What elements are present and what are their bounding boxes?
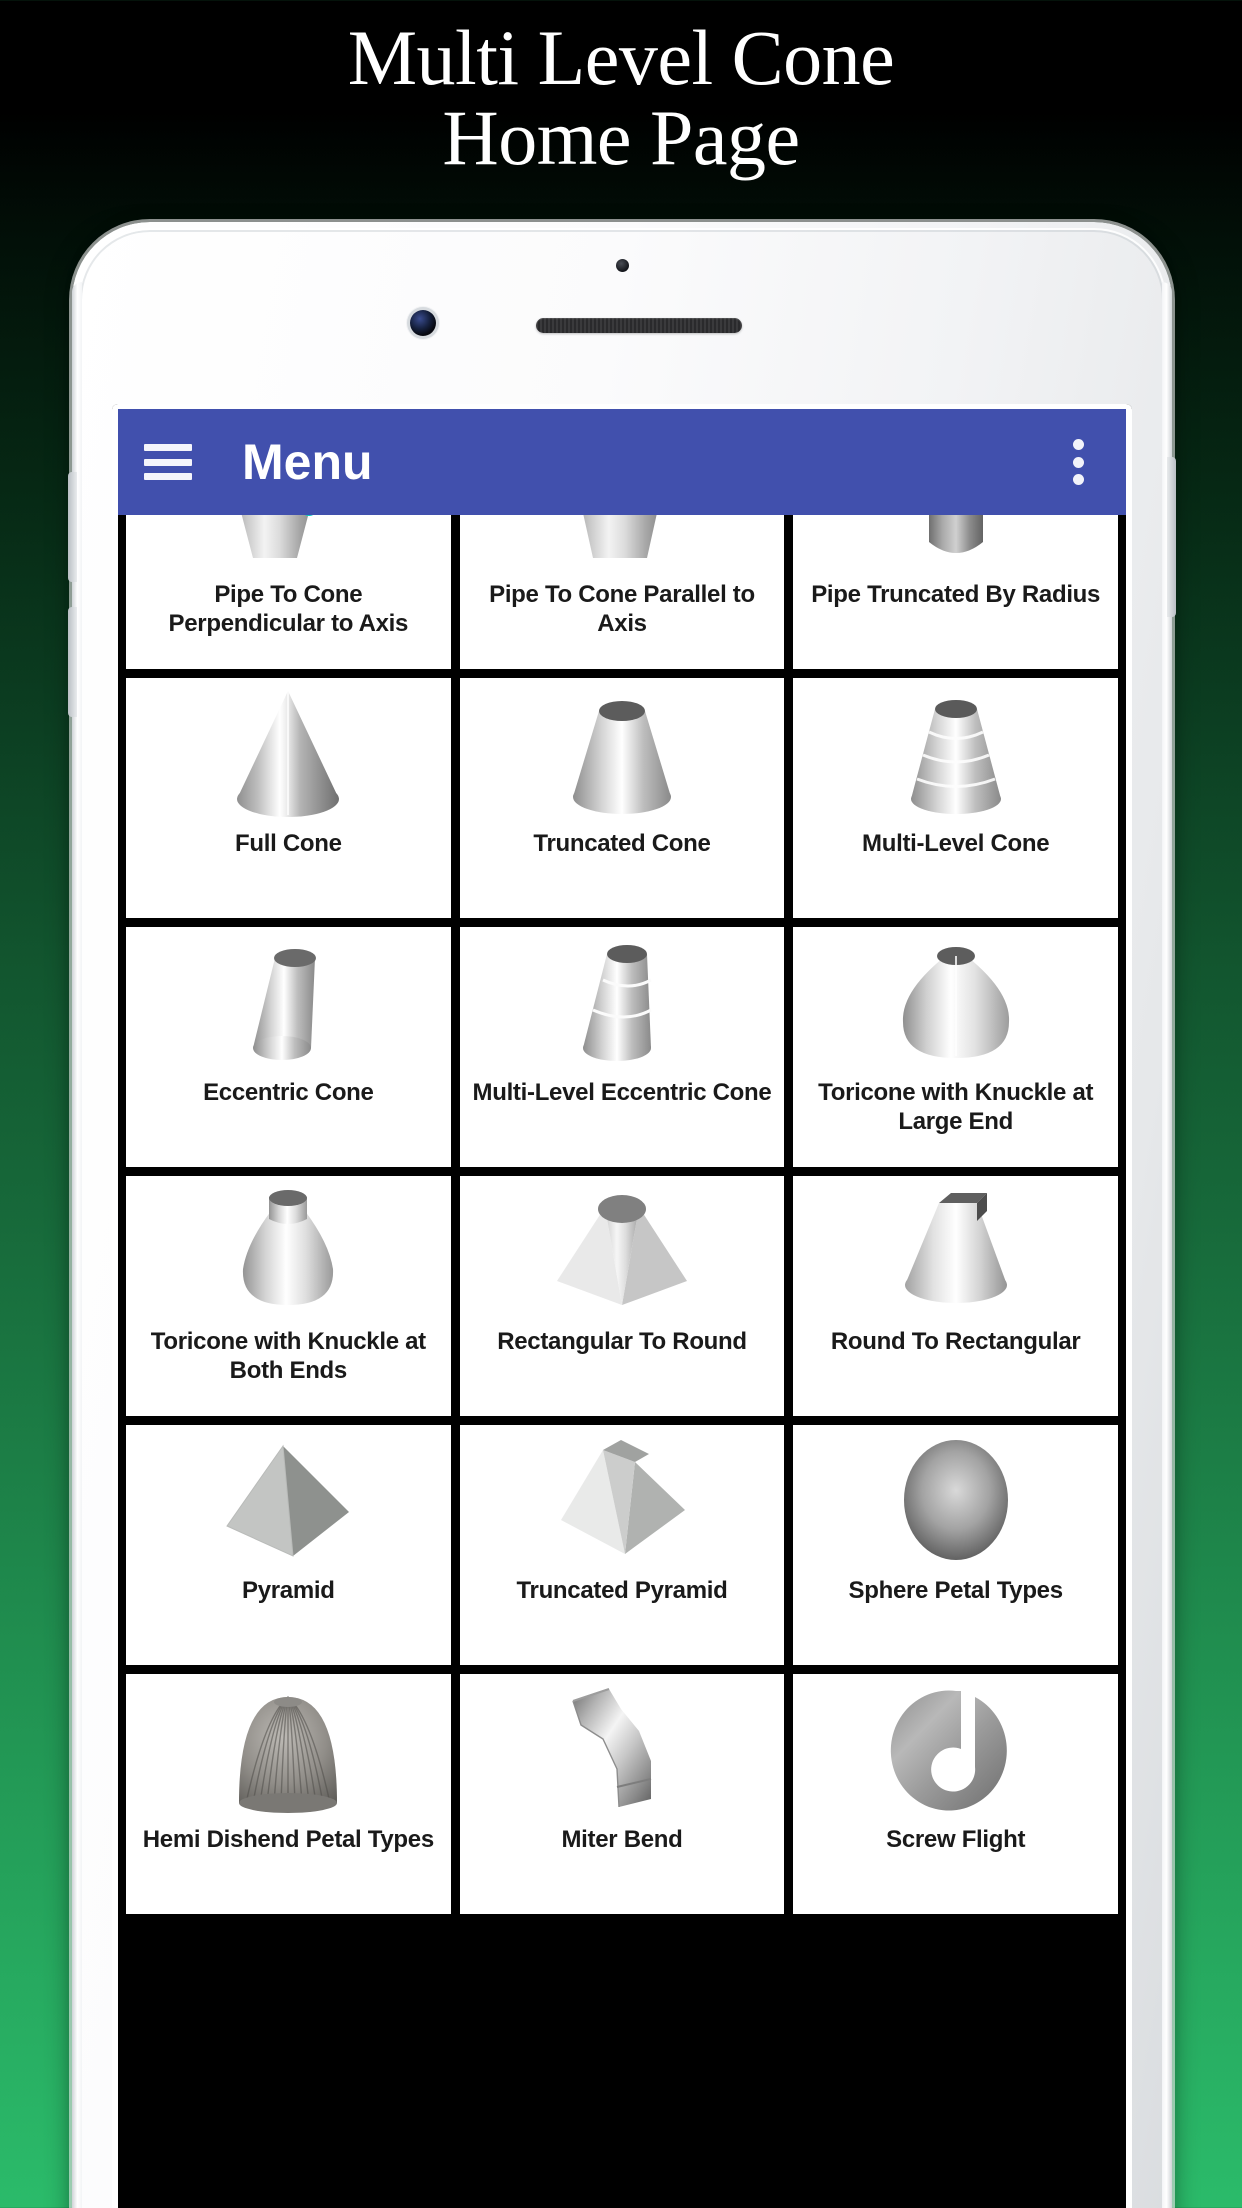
eccentric-cone-icon [132, 937, 445, 1075]
grid-item-label: Screw Flight [886, 1826, 1026, 1853]
grid-item[interactable]: Pipe Truncated By Radius [793, 515, 1118, 669]
grid-item-label: Round To Rectangular [830, 1328, 1081, 1355]
truncated-cone-icon [466, 688, 779, 826]
power-button[interactable] [1167, 457, 1176, 617]
grid-item-label: Truncated Cone [533, 830, 711, 857]
grid-item-label: Miter Bend [561, 1826, 683, 1853]
grid-item[interactable]: Miter Bend [459, 1674, 785, 1914]
hemi-dishend-petal-types-icon [132, 1684, 445, 1822]
grid-item[interactable]: Sphere Petal Types [793, 1425, 1118, 1665]
grid-item-label: Toricone with Knuckle at Large End [818, 1079, 1094, 1135]
toricone-knuckle-both-ends-icon [132, 1186, 445, 1324]
grid-item[interactable]: Truncated Cone [459, 678, 785, 918]
grid-item-label: Hemi Dishend Petal Types [142, 1826, 434, 1853]
rectangular-to-round-icon [466, 1186, 779, 1324]
hamburger-icon[interactable] [144, 444, 192, 480]
phone-device-mockup: Menu Pipe To Cone Perpendicular to Axis P… [68, 222, 1176, 2208]
grid-item[interactable]: Truncated Pyramid [459, 1425, 785, 1665]
grid-item[interactable]: Full Cone [126, 678, 451, 918]
grid-item-label: Sphere Petal Types [848, 1577, 1064, 1604]
app-bar-title: Menu [242, 434, 373, 490]
front-camera-icon [410, 310, 436, 336]
phone-screen: Menu Pipe To Cone Perpendicular to Axis P… [112, 404, 1132, 2208]
grid-item[interactable]: Pipe To Cone Perpendicular to Axis [126, 515, 451, 669]
grid-item-label: Multi-Level Cone [862, 830, 1050, 857]
page-title-line-2: Home Page [442, 93, 800, 181]
earpiece-speaker-icon [536, 318, 742, 333]
grid-item[interactable]: Screw Flight [793, 1674, 1118, 1914]
grid-item[interactable]: Eccentric Cone [126, 927, 451, 1167]
grid-item-label: Pipe Truncated By Radius [811, 581, 1101, 608]
pyramid-icon [132, 1435, 445, 1573]
pipe-truncated-by-radius-icon [799, 515, 1112, 577]
volume-down-button[interactable] [68, 607, 77, 717]
page-title-line-1: Multi Level Cone [347, 14, 895, 101]
full-cone-icon [132, 688, 445, 826]
multi-level-cone-icon [799, 688, 1112, 826]
grid-item-label: Rectangular To Round [497, 1328, 747, 1355]
proximity-sensor-icon [616, 259, 629, 272]
volume-up-button[interactable] [68, 472, 77, 582]
grid-item-label: Truncated Pyramid [516, 1577, 728, 1604]
screw-flight-icon [799, 1684, 1112, 1822]
grid-item-label: Pyramid [242, 1577, 335, 1604]
grid-item[interactable]: Multi-Level Cone [793, 678, 1118, 918]
grid-item[interactable]: Toricone with Knuckle at Large End [793, 927, 1118, 1167]
grid-item[interactable]: Round To Rectangular [793, 1176, 1118, 1416]
miter-bend-icon [466, 1684, 779, 1822]
page-title: Multi Level Cone Home Page [0, 18, 1242, 177]
grid-item[interactable]: Pipe To Cone Parallel to Axis [459, 515, 785, 669]
grid-item-label: Multi-Level Eccentric Cone [472, 1079, 772, 1106]
app-bar: Menu [118, 409, 1126, 515]
app-viewport: Menu Pipe To Cone Perpendicular to Axis P… [112, 404, 1132, 2208]
grid-item-label: Pipe To Cone Perpendicular to Axis [168, 581, 409, 637]
sphere-petal-types-icon [799, 1435, 1112, 1573]
grid-item[interactable]: Multi-Level Eccentric Cone [459, 927, 785, 1167]
grid-item[interactable]: Toricone with Knuckle at Both Ends [126, 1176, 451, 1416]
pipe-to-cone-perpendicular-icon [132, 515, 445, 577]
grid-item[interactable]: Rectangular To Round [459, 1176, 785, 1416]
grid-item-label: Full Cone [235, 830, 342, 857]
truncated-pyramid-icon [466, 1435, 779, 1573]
multi-level-eccentric-cone-icon [466, 937, 779, 1075]
grid-item[interactable]: Hemi Dishend Petal Types [126, 1674, 451, 1914]
shape-grid: Pipe To Cone Perpendicular to Axis Pipe T… [118, 515, 1126, 1922]
three-dot-menu-icon[interactable] [1060, 439, 1096, 485]
pipe-to-cone-parallel-icon [466, 515, 779, 577]
toricone-knuckle-large-end-icon [799, 937, 1112, 1075]
grid-scroll-container[interactable]: Pipe To Cone Perpendicular to Axis Pipe T… [118, 515, 1126, 2208]
grid-item-label: Toricone with Knuckle at Both Ends [150, 1328, 426, 1384]
grid-item-label: Eccentric Cone [203, 1079, 374, 1106]
round-to-rectangular-icon [799, 1186, 1112, 1324]
grid-item-label: Pipe To Cone Parallel to Axis [489, 581, 755, 637]
grid-item[interactable]: Pyramid [126, 1425, 451, 1665]
